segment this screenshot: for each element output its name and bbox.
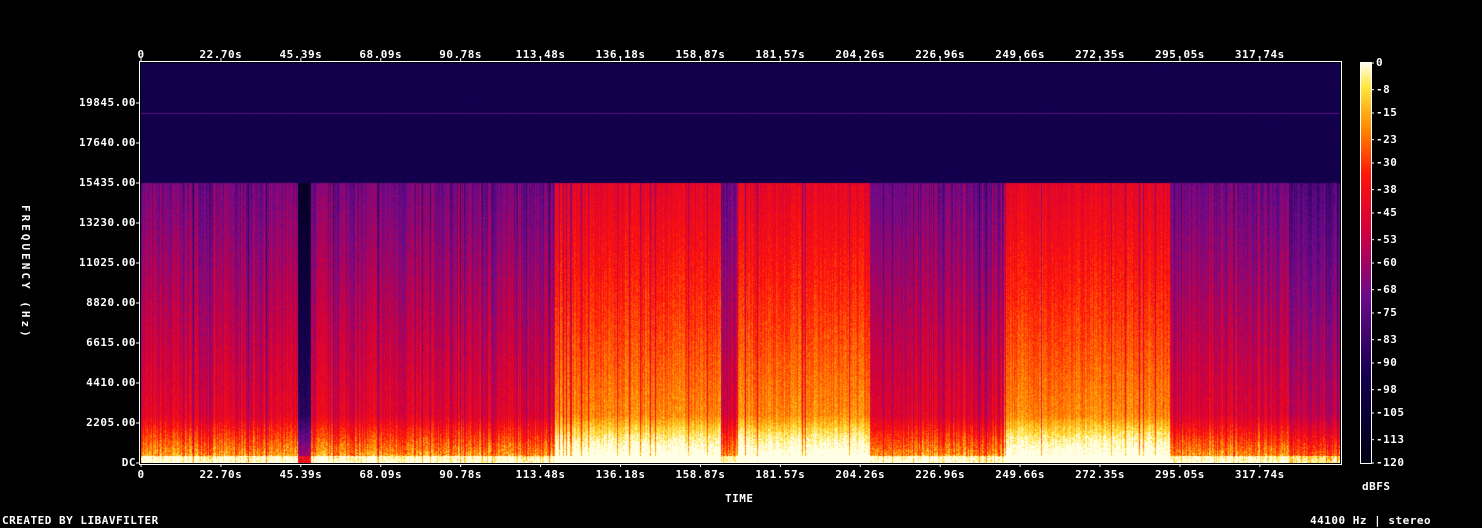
colorbar-tick-label: -45 xyxy=(1376,206,1398,219)
colorbar-tick-label: -120 xyxy=(1376,456,1405,469)
y-tick-label: 6615.00 xyxy=(86,336,136,349)
colorbar-tick-label: -90 xyxy=(1376,356,1398,369)
y-tick-label: DC xyxy=(121,456,136,469)
x-tick-label: 204.26s xyxy=(835,48,886,61)
x-tick-label: 295.05s xyxy=(1155,468,1205,481)
x-tick-label: 226.96s xyxy=(915,468,966,481)
colorbar-tick-label: -15 xyxy=(1376,106,1398,119)
colorbar-tick-label: -98 xyxy=(1376,382,1398,396)
x-tick-label: 249.66s xyxy=(995,48,1046,61)
x-tick-label: 136.18s xyxy=(595,468,646,481)
x-tick-label: 272.35s xyxy=(1075,468,1125,481)
x-tick-label: 136.18s xyxy=(595,48,646,61)
x-tick-label: 249.66s xyxy=(995,468,1046,481)
y-tick-label: 17640.00 xyxy=(79,136,136,149)
colorbar-tick-label: -8 xyxy=(1376,82,1391,96)
x-tick-label: 90.78s xyxy=(439,468,483,481)
x-tick-label: 181.57s xyxy=(755,468,806,481)
x-tick-label: 204.26s xyxy=(835,468,886,481)
footer-credit: CREATED BY LIBAVFILTER xyxy=(2,514,159,527)
x-tick-label: 45.39s xyxy=(279,468,323,481)
x-tick-label: 317.74s xyxy=(1234,48,1285,61)
x-tick-label: 22.70s xyxy=(199,48,243,61)
y-tick-label: 8820.00 xyxy=(86,296,136,309)
x-tick-label: 113.48s xyxy=(515,48,566,61)
x-tick-label: 68.09s xyxy=(359,468,403,481)
y-tick-label: 15435.00 xyxy=(79,176,136,189)
colorbar-tick-label: -75 xyxy=(1376,306,1398,319)
colorbar-tick-label: -53 xyxy=(1376,232,1398,246)
colorbar-tick-label: -105 xyxy=(1376,406,1405,419)
colorbar xyxy=(1360,62,1372,464)
x-tick-label: 90.78s xyxy=(439,48,483,61)
colorbar-label: dBFS xyxy=(1362,480,1391,493)
colorbar-tick-label: -68 xyxy=(1376,282,1398,296)
x-tick-label: 22.70s xyxy=(199,468,243,481)
x-tick-label: 295.05s xyxy=(1155,48,1205,61)
x-tick-label: 0 xyxy=(137,48,145,61)
y-tick-label: 4410.00 xyxy=(86,376,136,389)
x-axis-title: TIME xyxy=(725,492,754,505)
x-tick-label: 158.87s xyxy=(675,468,726,481)
x-tick-label: 158.87s xyxy=(675,48,726,61)
colorbar-tick-label: -60 xyxy=(1376,256,1398,269)
x-tick-label: 272.35s xyxy=(1075,48,1125,61)
y-tick-label: 13230.00 xyxy=(79,216,136,229)
x-tick-label: 181.57s xyxy=(755,48,806,61)
footer-sample-info: 44100 Hz | stereo xyxy=(1310,514,1432,527)
x-tick-label: 0 xyxy=(137,468,145,481)
x-tick-label: 45.39s xyxy=(279,48,323,61)
colorbar-tick-label: -23 xyxy=(1376,132,1398,146)
x-tick-label: 226.96s xyxy=(915,48,966,61)
colorbar-tick-label: -38 xyxy=(1376,182,1398,196)
colorbar-tick-label: -113 xyxy=(1376,432,1405,446)
y-tick-label: 11025.00 xyxy=(79,256,136,269)
colorbar-tick-label: -83 xyxy=(1376,332,1398,346)
colorbar-tick-label: 0 xyxy=(1376,56,1384,69)
x-tick-label: 68.09s xyxy=(359,48,403,61)
y-tick-label: 2205.00 xyxy=(86,416,136,429)
x-tick-label: 317.74s xyxy=(1234,468,1285,481)
colorbar-tick-label: -30 xyxy=(1376,156,1398,169)
spectrogram-plot xyxy=(141,63,1340,463)
x-tick-label: 113.48s xyxy=(515,468,566,481)
y-tick-label: 19845.00 xyxy=(79,96,136,109)
